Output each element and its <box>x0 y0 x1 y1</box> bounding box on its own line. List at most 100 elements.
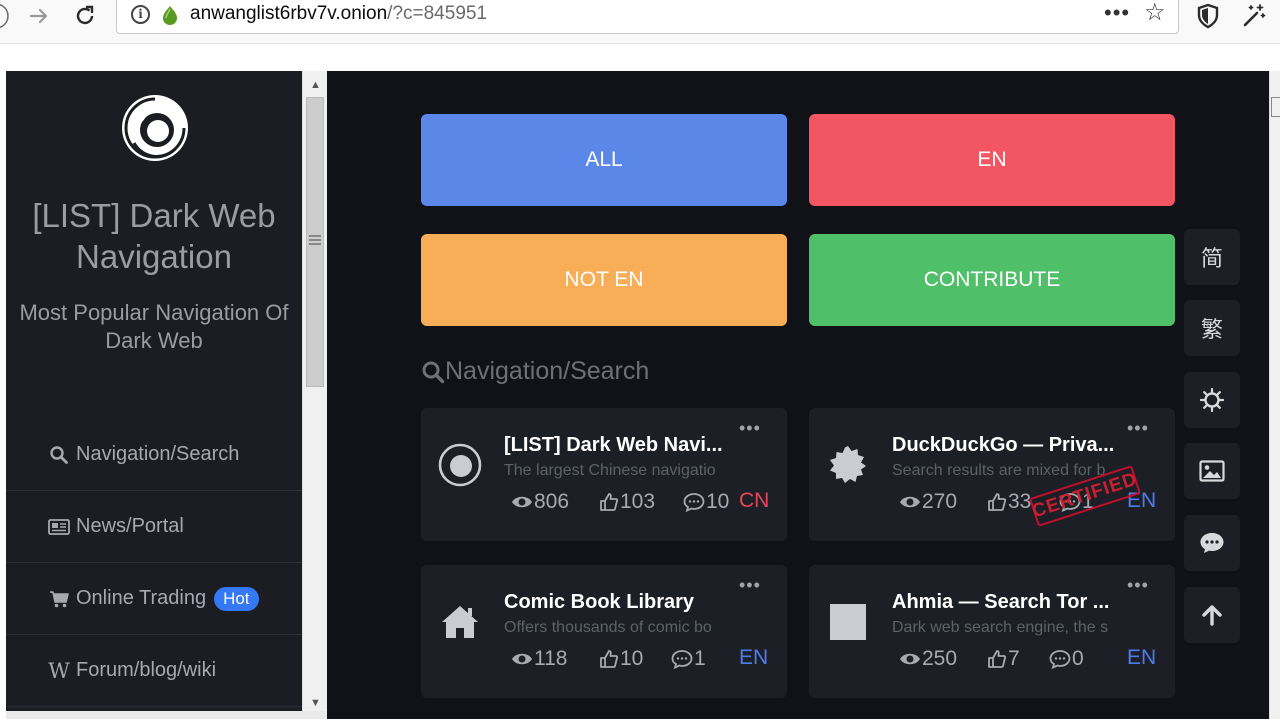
thumbs-up-icon <box>988 493 1007 511</box>
comment-icon <box>683 493 705 512</box>
card-description: Search results are mixed for b <box>892 462 1106 479</box>
forward-arrow-icon <box>29 8 48 24</box>
sidebar-item-online-trading[interactable]: Online Trading Hot <box>6 563 302 635</box>
comments-count[interactable]: 1 <box>671 647 706 671</box>
filter-en-button[interactable]: EN <box>809 114 1175 206</box>
eye-icon <box>512 496 532 508</box>
views-count: 270 <box>899 490 957 514</box>
horizontal-scrollbar[interactable] <box>6 711 326 719</box>
site-title: [LIST] Dark Web Navigation <box>32 197 276 275</box>
gear-badge-icon <box>825 442 871 488</box>
image-icon <box>1199 460 1225 482</box>
shield-icon[interactable] <box>1192 2 1224 30</box>
scroll-up-icon[interactable]: ▲ <box>310 79 321 91</box>
forward-button[interactable] <box>24 2 54 30</box>
views-count: 118 <box>511 647 567 671</box>
darkweb-logo-icon <box>437 442 483 488</box>
more-options-icon[interactable]: ••• <box>1127 418 1149 439</box>
back-button[interactable] <box>0 2 16 30</box>
page-scrollbar[interactable] <box>1269 71 1280 719</box>
comment-icon <box>671 650 693 669</box>
newspaper-icon <box>48 518 70 535</box>
eye-icon <box>900 653 920 665</box>
sidebar-item-news-portal[interactable]: News/Portal <box>6 491 302 563</box>
card-title[interactable]: Ahmia — Search Tor ... <box>892 591 1122 614</box>
filter-all-button[interactable]: ALL <box>421 114 787 206</box>
bookmark-star-icon[interactable]: ☆ <box>1144 0 1166 27</box>
hot-badge: Hot <box>214 586 259 611</box>
scroll-down-icon[interactable]: ▼ <box>310 697 321 709</box>
sidebar-item-label: Online Trading <box>76 587 207 609</box>
filter-not-en-button[interactable]: NOT EN <box>421 234 787 326</box>
simplified-chinese-button[interactable]: 简 <box>1184 229 1240 285</box>
thumbs-up-icon <box>988 650 1007 668</box>
back-to-top-button[interactable] <box>1184 587 1240 643</box>
search-icon <box>422 361 445 383</box>
wallpaper-button[interactable] <box>1184 443 1240 499</box>
site-card[interactable]: Comic Book Library Offers thousands of c… <box>421 565 787 698</box>
cart-icon <box>48 590 70 608</box>
views-count: 250 <box>899 647 957 671</box>
likes-count[interactable]: 10 <box>599 647 643 671</box>
more-options-icon[interactable]: ••• <box>1127 575 1149 596</box>
more-options-icon[interactable]: ••• <box>739 418 761 439</box>
browser-toolbar: i anwanglist6rbv7v.onion/?c=845951 ••• ☆ <box>0 0 1280 44</box>
thumbs-up-icon <box>600 650 619 668</box>
likes-count[interactable]: 7 <box>987 647 1020 671</box>
placeholder-square-icon <box>825 599 871 645</box>
site-card[interactable]: Ahmia — Search Tor ... Dark web search e… <box>809 565 1175 698</box>
chat-bubble-icon <box>1200 533 1224 553</box>
web-page: [LIST] Dark Web Navigation Most Popular … <box>0 71 1280 719</box>
card-title[interactable]: DuckDuckGo — Priva... <box>892 434 1122 457</box>
site-logo-icon[interactable] <box>120 93 190 163</box>
search-icon <box>48 445 70 464</box>
scrollbar-thumb[interactable] <box>1271 97 1280 117</box>
section-heading: Navigation/Search <box>421 357 649 386</box>
more-options-icon[interactable]: ••• <box>739 575 761 596</box>
page-actions-icon[interactable]: ••• <box>1104 0 1130 26</box>
sidebar-item-forum-blog-wiki[interactable]: W Forum/blog/wiki <box>6 635 302 707</box>
comments-count[interactable]: 10 <box>683 490 729 514</box>
card-title[interactable]: Comic Book Library <box>504 591 734 614</box>
onion-icon <box>159 3 181 32</box>
site-card[interactable]: [LIST] Dark Web Navi... The largest Chin… <box>421 408 787 541</box>
url-text: anwanglist6rbv7v.onion/?c=845951 <box>190 3 488 24</box>
card-description: Dark web search engine, the s <box>892 619 1109 636</box>
language-tag: EN <box>739 646 769 669</box>
eye-icon <box>900 496 920 508</box>
card-description: The largest Chinese navigatio <box>504 462 716 479</box>
language-tag: CN <box>739 489 770 512</box>
contribute-button[interactable]: CONTRIBUTE <box>809 234 1175 326</box>
likes-count[interactable]: 103 <box>599 490 655 514</box>
card-title[interactable]: [LIST] Dark Web Navi... <box>504 434 734 457</box>
home-icon <box>437 599 483 645</box>
sidebar-item-label: Forum/blog/wiki <box>76 659 217 681</box>
site-info-icon[interactable]: i <box>131 5 150 24</box>
main-content: ALL EN NOT EN CONTRIBUTE Navigation/Sear… <box>327 71 1269 719</box>
back-arrow-icon <box>0 3 9 29</box>
theme-toggle-button[interactable] <box>1184 372 1240 428</box>
message-button[interactable] <box>1184 515 1240 571</box>
site-card[interactable]: DuckDuckGo — Priva... Search results are… <box>809 408 1175 541</box>
traditional-chinese-button[interactable]: 繁 <box>1184 300 1240 356</box>
wikipedia-icon: W <box>48 658 70 683</box>
comment-icon <box>1049 650 1071 669</box>
sun-icon <box>1200 388 1224 412</box>
magic-wand-icon[interactable] <box>1238 2 1270 30</box>
sidebar-scrollbar[interactable]: ▲ ▼ <box>302 71 327 719</box>
scrollbar-grip <box>309 235 321 245</box>
reload-button[interactable] <box>70 2 100 30</box>
card-description: Offers thousands of comic bo <box>504 619 712 636</box>
eye-icon <box>512 653 532 665</box>
thumbs-up-icon <box>600 493 619 511</box>
language-tag: EN <box>1127 646 1157 669</box>
site-subtitle: Most Popular Navigation Of Dark Web <box>19 300 289 353</box>
likes-count[interactable]: 33 <box>987 490 1031 514</box>
section-title: Navigation/Search <box>445 357 650 385</box>
address-bar[interactable]: i anwanglist6rbv7v.onion/?c=845951 ••• ☆ <box>116 0 1179 34</box>
comments-count[interactable]: 0 <box>1049 647 1084 671</box>
arrow-up-icon <box>1202 605 1222 626</box>
sidebar: [LIST] Dark Web Navigation Most Popular … <box>6 71 302 719</box>
sidebar-item-label: News/Portal <box>76 515 184 537</box>
sidebar-item-navigation-search[interactable]: Navigation/Search <box>6 419 302 491</box>
